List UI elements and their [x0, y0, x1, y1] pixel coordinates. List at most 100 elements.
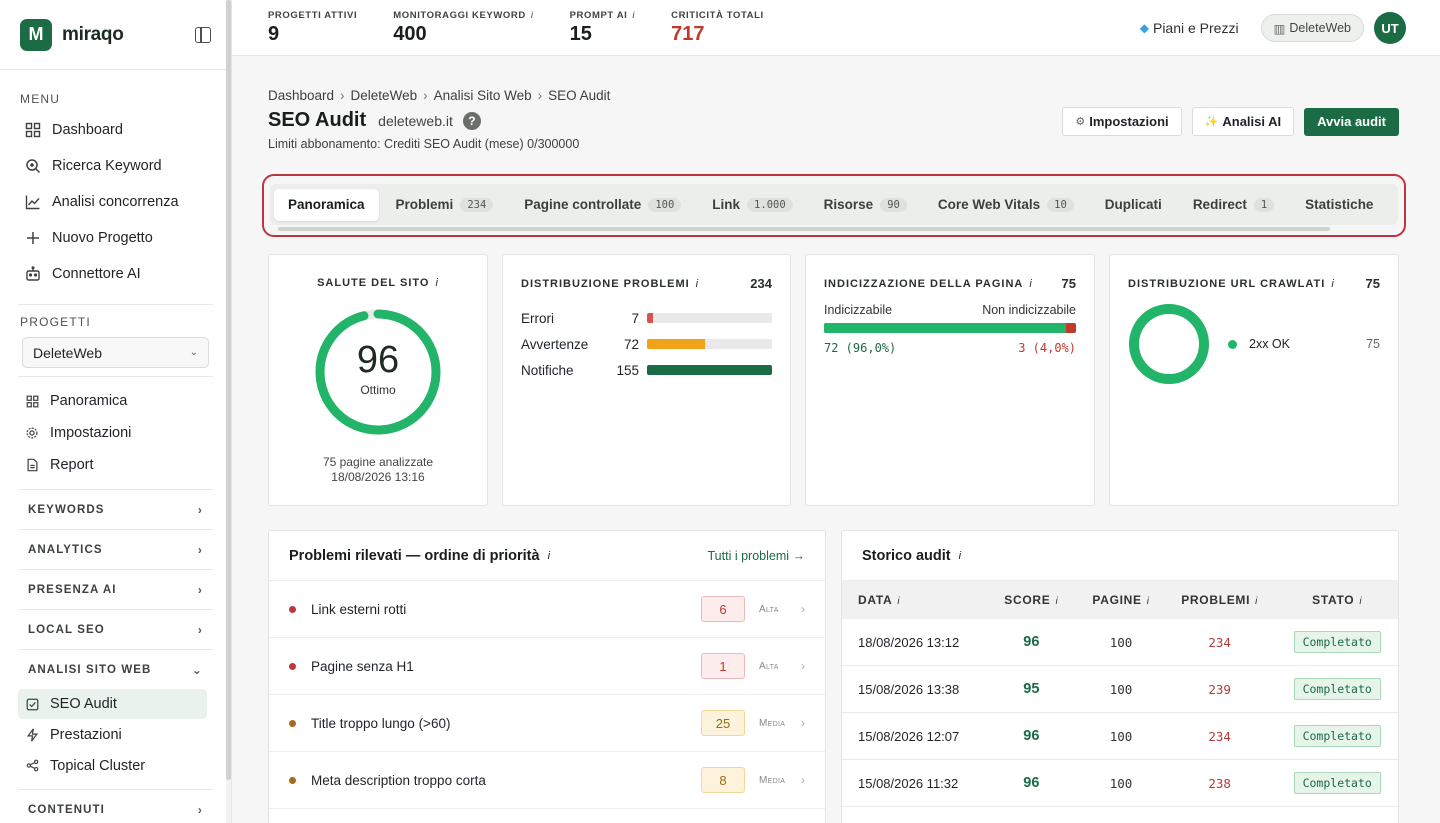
tab-label: Panoramica — [288, 197, 365, 212]
info-icon[interactable]: i — [632, 10, 635, 21]
info-icon[interactable]: i — [696, 278, 699, 290]
tab-panoramica[interactable]: Panoramica — [274, 188, 379, 221]
info-icon[interactable]: i — [548, 550, 550, 562]
sidebar-item-prestazioni[interactable]: Prestazioni — [0, 719, 231, 750]
sidebar-item-seo-audit[interactable]: SEO Audit — [18, 689, 207, 719]
sidebar-item-label: Topical Cluster — [50, 757, 146, 774]
pricing-link[interactable]: ◆ Piani e Prezzi — [1140, 20, 1239, 36]
project-chip-label: DeleteWeb — [1289, 21, 1351, 35]
non-indexable-value: 3 (4,0%) — [1018, 341, 1076, 355]
dist-bar-fill — [647, 313, 653, 323]
cell-status: Completato — [1276, 725, 1398, 747]
project-chip[interactable]: ▥ DeleteWeb — [1260, 14, 1364, 42]
table-row[interactable]: 18/08/2026 13:12 96 100 234 Completato — [842, 619, 1398, 666]
crawled-donut — [1129, 304, 1209, 384]
tab-redirect[interactable]: Redirect 1 — [1179, 189, 1288, 221]
main-content: Dashboard › DeleteWeb › Analisi Sito Web › … — [262, 56, 1406, 823]
sidebar-item-topical-cluster[interactable]: Topical Cluster — [0, 750, 231, 781]
breadcrumb-item[interactable]: DeleteWeb — [351, 88, 418, 103]
tab-problemi[interactable]: Problemi 234 — [382, 189, 508, 221]
issue-row[interactable]: Meta description troppo corta 8 Media › — [269, 752, 825, 809]
project-select[interactable]: DeleteWeb ⌄ — [22, 337, 209, 368]
cell-pages: 100 — [1109, 634, 1133, 650]
kpi-prompt-ai: PROMPT AI i 15 — [570, 0, 636, 46]
avatar[interactable]: UT — [1374, 12, 1406, 44]
tab-risorse[interactable]: Risorse 90 — [810, 189, 921, 221]
breadcrumb-item[interactable]: Dashboard — [268, 88, 334, 103]
info-icon[interactable]: i — [959, 550, 961, 562]
non-indexable-label: Non indicizzabile — [982, 303, 1076, 317]
sidebar-item-impostazioni[interactable]: Impostazioni — [0, 417, 231, 449]
sidebar-group-local-seo[interactable]: LOCAL SEO › — [18, 609, 213, 649]
tab-link[interactable]: Link 1.000 — [698, 189, 806, 221]
table-row[interactable]: 15/08/2026 12:07 96 100 234 Completato — [842, 713, 1398, 760]
topbar: PROGETTI ATTIVI 9 MONITORAGGI KEYWORD i 4… — [232, 0, 1440, 56]
sidebar-item-nuovo-progetto[interactable]: Nuovo Progetto — [0, 220, 231, 256]
sidebar-scrollbar[interactable] — [226, 0, 231, 823]
table-row[interactable]: 15/08/2026 11:32 96 100 238 Completato — [842, 760, 1398, 807]
issue-name: Title troppo lungo (>60) — [311, 715, 451, 731]
help-icon[interactable]: ? — [462, 111, 481, 130]
tab-pagine-controllate[interactable]: Pagine controllate 100 — [510, 189, 695, 221]
issue-row[interactable]: Link esterni rotti 6 Alta › — [269, 581, 825, 638]
tab-duplicati[interactable]: Duplicati — [1091, 189, 1176, 221]
info-icon[interactable]: i — [1331, 278, 1334, 290]
group-label: LOCAL SEO — [28, 623, 105, 636]
panel-title: Problemi rilevati — ordine di priorità — [289, 547, 540, 564]
info-icon[interactable]: i — [1029, 278, 1032, 290]
sidebar-group-analisi-sito-web[interactable]: ANALISI SITO WEB ⌄ — [18, 649, 213, 689]
sidebar-item-panoramica[interactable]: Panoramica — [0, 385, 231, 417]
kpi-monitoraggi-keyword: MONITORAGGI KEYWORD i 400 — [393, 0, 533, 46]
tab-label: Core Web Vitals — [937, 197, 1041, 212]
run-audit-button[interactable]: Avvia audit — [1304, 107, 1399, 136]
sidebar-item-analisi-concorrenza[interactable]: Analisi concorrenza — [0, 184, 231, 220]
sidebar-item-dashboard[interactable]: Dashboard — [0, 112, 231, 148]
priority-dot — [289, 662, 296, 670]
tabs-scrollbar[interactable] — [278, 227, 1330, 231]
sidebar-group-keywords[interactable]: KEYWORDS › — [18, 489, 213, 529]
issue-row[interactable]: Pagine senza H1 1 Alta › — [269, 638, 825, 695]
issue-row[interactable]: Title troppo lungo (>60) 25 Media › — [269, 695, 825, 752]
check-square-icon — [24, 696, 40, 712]
tab-label: Problemi — [395, 197, 454, 212]
settings-button[interactable]: ⚙ Impostazioni — [1062, 107, 1182, 136]
brand-name[interactable]: miraqo — [62, 24, 124, 46]
sidebar-group-presenza-ai[interactable]: PRESENZA AI › — [18, 569, 213, 609]
dist-row-avvertenze: Avvertenze 72 — [521, 331, 772, 357]
sidebar-toggle-icon[interactable] — [195, 26, 211, 43]
tab-core-web-vitals[interactable]: Core Web Vitals 10 — [924, 189, 1088, 221]
info-icon[interactable]: i — [435, 277, 438, 289]
sidebar-group-contenuti[interactable]: CONTENUTI › — [18, 789, 213, 823]
cell-pages: 100 — [1109, 775, 1133, 791]
sidebar-item-connettore-ai[interactable]: Connettore AI — [0, 256, 231, 292]
breadcrumb-item[interactable]: Analisi Sito Web — [434, 88, 532, 103]
info-icon[interactable]: i — [531, 10, 534, 21]
dist-bar — [647, 313, 772, 323]
tab-truncated[interactable]: C — [1390, 189, 1398, 221]
table-row[interactable]: 15/08/2026 13:38 95 100 239 Completato — [842, 666, 1398, 713]
sidebar-scrollbar-thumb[interactable] — [226, 0, 231, 780]
tab-label: Pagine controllate — [524, 197, 642, 212]
tab-statistiche[interactable]: Statistiche — [1291, 189, 1387, 221]
sidebar-item-report[interactable]: Report — [0, 449, 231, 481]
all-issues-link[interactable]: Tutti i problemi → — [708, 549, 805, 563]
ai-analysis-button[interactable]: ✨ Analisi AI — [1191, 107, 1295, 136]
priority-dot — [289, 605, 296, 613]
indexing-labels: Indicizzabile Non indicizzabile — [824, 303, 1076, 317]
kpi-value: 717 — [671, 23, 705, 45]
brand-logo[interactable]: M — [20, 18, 52, 51]
dist-count: 72 — [623, 336, 639, 352]
legend-2xx: 2xx OK 75 — [1228, 337, 1380, 351]
audit-history-panel: Storico audit i DATA i SCORE i PAGINE i PROB… — [841, 530, 1399, 823]
sidebar-item-ricerca-keyword[interactable]: Ricerca Keyword — [0, 148, 231, 184]
group-label: ANALYTICS — [28, 543, 103, 556]
history-table-header: DATA i SCORE i PAGINE i PROBLEMI i STATO i — [842, 581, 1398, 619]
card-title: SALUTE DEL SITO i — [317, 277, 439, 289]
site-health-card: SALUTE DEL SITO i 96 Ottimo 75 pagine ana… — [268, 254, 488, 506]
robot-icon — [24, 265, 42, 283]
sidebar-group-analytics[interactable]: ANALYTICS › — [18, 529, 213, 569]
kpi-value: 400 — [393, 23, 427, 45]
health-gauge: 96 Ottimo — [313, 307, 443, 437]
cell-date: 15/08/2026 11:32 — [858, 775, 959, 791]
dist-bar-fill — [647, 365, 772, 375]
